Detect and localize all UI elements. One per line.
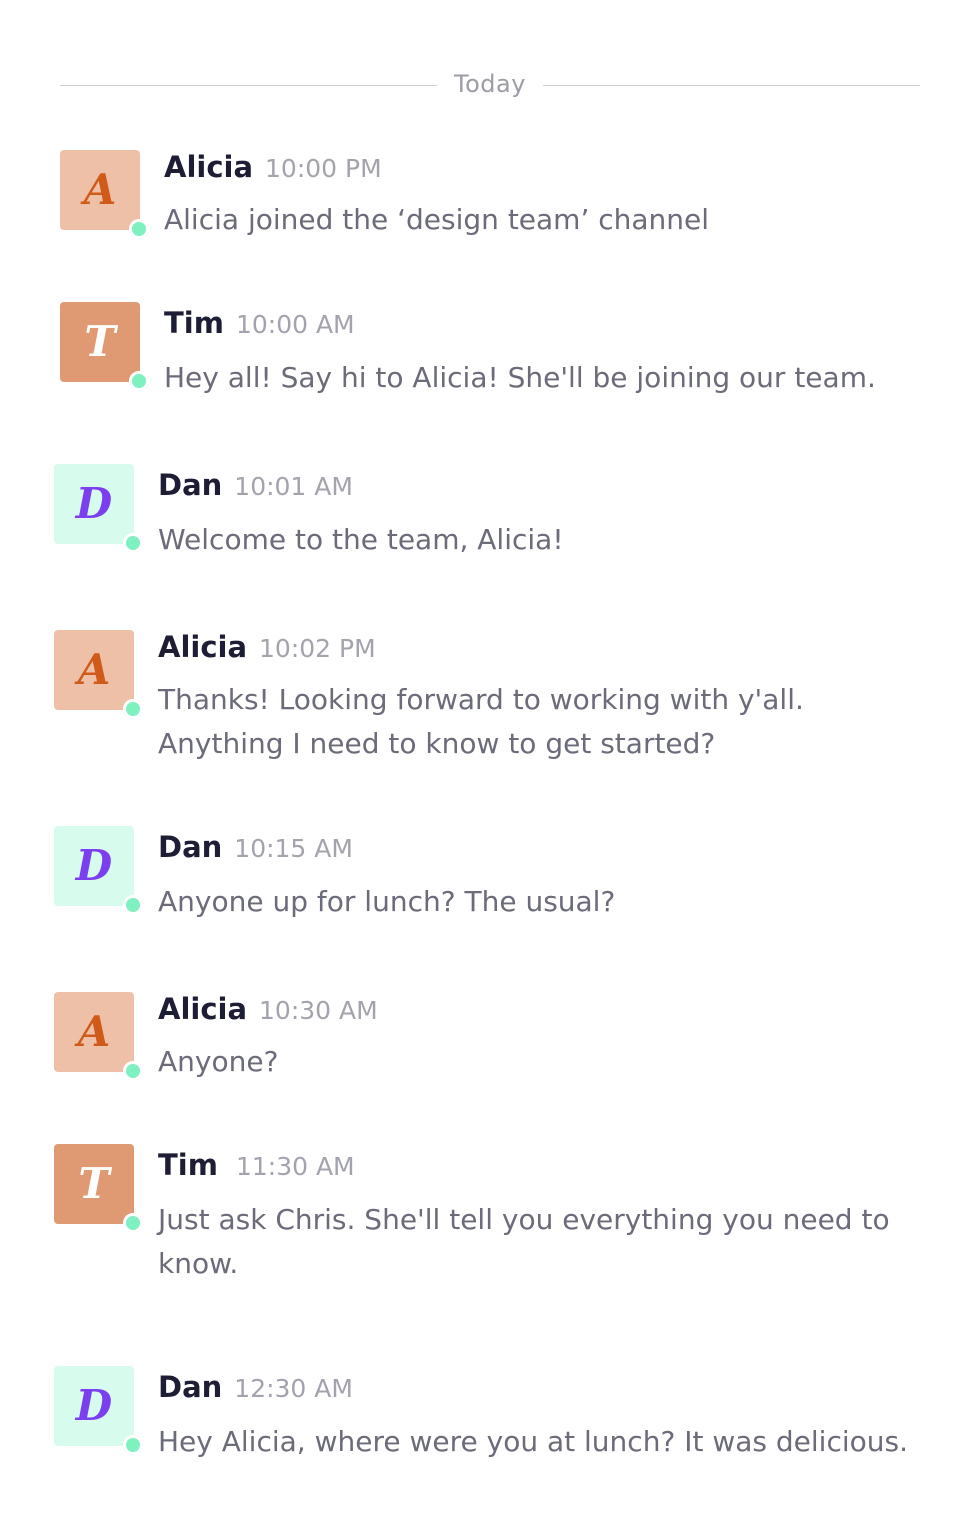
message-text: Alicia joined the ‘design team’ channel xyxy=(164,203,710,236)
avatar[interactable]: A xyxy=(54,992,143,1081)
message-author[interactable]: Alicia xyxy=(158,630,247,664)
message-text: Just ask Chris. She'll tell you everythi… xyxy=(158,1203,890,1280)
online-status-dot xyxy=(129,219,149,239)
online-status-dot xyxy=(123,895,143,915)
avatar[interactable]: D xyxy=(54,826,143,915)
message-author[interactable]: Dan xyxy=(158,468,222,502)
message-timestamp: 10:02 PM xyxy=(259,634,376,663)
message-timestamp: 11:30 AM xyxy=(235,1152,355,1181)
avatar[interactable]: D xyxy=(54,1366,143,1455)
avatar[interactable]: T xyxy=(60,302,149,391)
message-timestamp: 12:30 AM xyxy=(234,1374,353,1403)
message-author[interactable]: Dan xyxy=(158,1370,222,1404)
message-text: Hey Alicia, where were you at lunch? It … xyxy=(158,1425,908,1458)
avatar-initial: A xyxy=(77,645,111,694)
avatar[interactable]: D xyxy=(54,464,143,553)
message-author[interactable]: Tim xyxy=(158,1148,218,1182)
message-timestamp: 10:01 AM xyxy=(234,472,353,501)
divider-line-left xyxy=(60,85,437,86)
avatar[interactable]: A xyxy=(60,150,149,239)
online-status-dot xyxy=(123,1435,143,1455)
date-divider-label: Today xyxy=(454,70,526,98)
message-author[interactable]: Dan xyxy=(158,830,222,864)
avatar-initial: D xyxy=(75,1381,113,1430)
date-divider: Today xyxy=(60,68,920,102)
message-text: Anyone up for lunch? The usual? xyxy=(158,885,616,918)
online-status-dot xyxy=(123,699,143,719)
divider-line-right xyxy=(543,85,920,86)
avatar-initial: T xyxy=(78,1159,110,1208)
message-text: Welcome to the team, Alicia! xyxy=(158,523,564,556)
message-timestamp: 10:00 PM xyxy=(265,154,382,183)
online-status-dot xyxy=(123,533,143,553)
online-status-dot xyxy=(129,371,149,391)
message-text: Anyone? xyxy=(158,1045,279,1078)
avatar-initial: T xyxy=(84,317,116,366)
avatar-initial: D xyxy=(75,841,113,890)
message-text: Thanks! Looking forward to working with … xyxy=(158,683,804,760)
avatar[interactable]: A xyxy=(54,630,143,719)
message-timestamp: 10:15 AM xyxy=(234,834,353,863)
avatar-initial: A xyxy=(83,165,117,214)
online-status-dot xyxy=(123,1213,143,1233)
avatar[interactable]: T xyxy=(54,1144,143,1233)
message-author[interactable]: Alicia xyxy=(164,150,253,184)
message-author[interactable]: Alicia xyxy=(158,992,247,1026)
message-text: Hey all! Say hi to Alicia! She'll be joi… xyxy=(164,361,876,394)
message-author[interactable]: Tim xyxy=(164,306,224,340)
online-status-dot xyxy=(123,1061,143,1081)
avatar-initial: D xyxy=(75,479,113,528)
message-timestamp: 10:30 AM xyxy=(259,996,378,1025)
avatar-initial: A xyxy=(77,1007,111,1056)
message-timestamp: 10:00 AM xyxy=(235,310,355,339)
